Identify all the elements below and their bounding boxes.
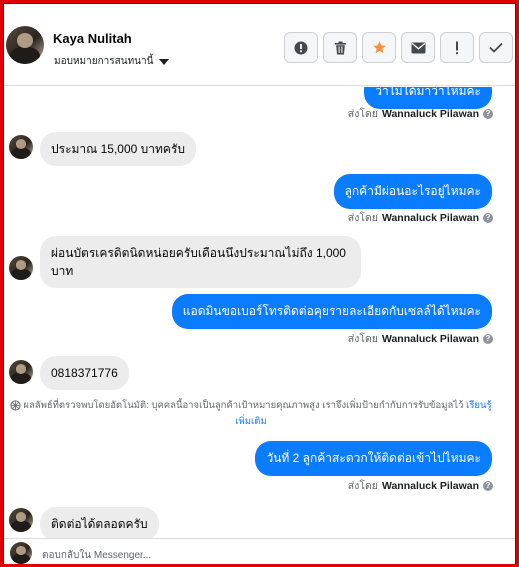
message-thread[interactable]: ว่าไม่ได้มาว่าไหมคะ ส่งโดย Wannaluck Pil… [4,87,515,538]
checkmark-icon [489,42,503,53]
reply-input[interactable]: ตอบกลับใน Messenger... [42,548,151,563]
help-icon[interactable]: ? [483,333,493,344]
star-button[interactable] [362,32,396,63]
conversation-header: Kaya Nulitah มอบหมายการสนทนานี้ [4,4,515,86]
contact-avatar[interactable] [6,26,44,64]
sent-by-label: ส่งโดย Wannaluck Pilawan ? [348,209,493,226]
exclamation-icon [456,41,458,54]
reply-composer[interactable]: ตอบกลับใน Messenger... [4,538,515,564]
outgoing-message[interactable]: ลูกค้ามีผ่อนอะไรอยู่ไหมคะ [333,174,492,209]
contact-name[interactable]: Kaya Nulitah [53,31,132,46]
contact-avatar-small[interactable] [9,135,33,159]
ai-sparkle-icon [10,400,21,411]
follow-up-button[interactable] [440,32,474,63]
contact-avatar-small[interactable] [9,360,33,384]
page-avatar [10,542,32,564]
trash-icon [334,41,346,54]
auto-detection-note: ผลลัพธ์ที่ตรวจพบโดยอัตโนมัติ: บุคคลนี้อา… [8,398,494,430]
delete-button[interactable] [323,32,357,63]
done-button[interactable] [479,32,513,63]
help-icon[interactable]: ? [483,108,493,119]
incoming-message[interactable]: ติดต่อได้ตลอดครับ [40,507,159,538]
envelope-icon [411,42,425,53]
contact-avatar-small[interactable] [9,256,33,280]
sent-by-label: ส่งโดย Wannaluck Pilawan ? [348,477,493,494]
sent-by-label: ส่งโดย Wannaluck Pilawan ? [348,330,493,347]
help-icon[interactable]: ? [483,212,493,223]
action-toolbar [284,32,513,63]
caret-down-icon [159,58,170,65]
outgoing-message[interactable]: แอดมินขอเบอร์โทรติดต่อคุยรายละเอียดกับเซ… [171,294,492,329]
incoming-message[interactable]: 0818371776 [40,356,129,390]
outgoing-message[interactable]: วันที่ 2 ลูกค้าสะดวกให้ติดต่อเข้าไปไหมคะ [255,441,492,476]
sent-by-label: ส่งโดย Wannaluck Pilawan ? [348,105,493,122]
contact-avatar-small[interactable] [9,508,33,532]
incoming-message[interactable]: ผ่อนบัตรเครดิตนิดหน่อยครับเดือนนึงประมาณ… [40,236,361,288]
assign-label: มอบหมายการสนทนานี้ [54,56,154,67]
help-icon[interactable]: ? [483,480,493,491]
alert-circle-icon [294,41,308,54]
assign-conversation-dropdown[interactable]: มอบหมายการสนทนานี้ [54,54,170,69]
star-icon [372,41,386,54]
mark-spam-button[interactable] [284,32,318,63]
mark-unread-button[interactable] [401,32,435,63]
incoming-message[interactable]: ประมาณ 15,000 บาทครับ [40,132,197,166]
